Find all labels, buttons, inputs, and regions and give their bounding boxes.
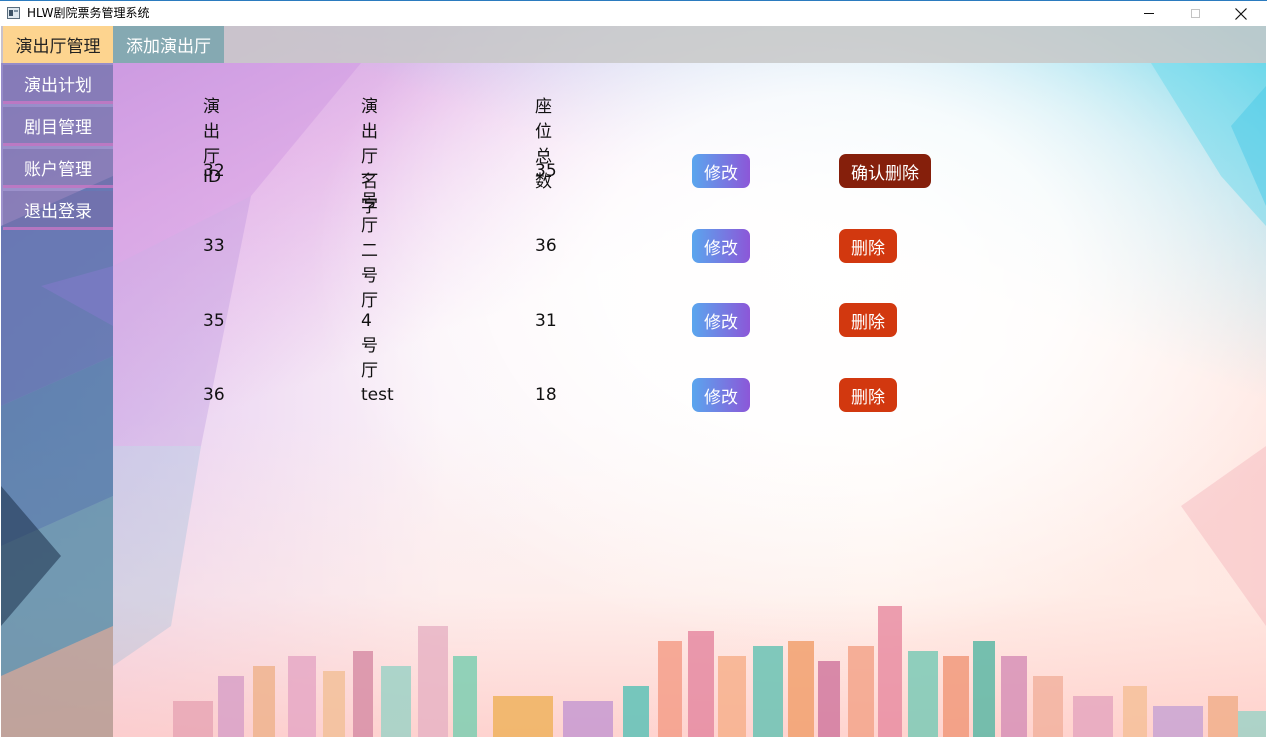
sidebar: 演出计划 剧目管理 账户管理 退出登录 [1,63,113,737]
sidebar-item-accounts[interactable]: 账户管理 [3,149,113,188]
cell-hall-name: 二号厅 [361,241,378,311]
tab-add-hall[interactable]: 添加演出厅 [113,26,224,63]
delete-button[interactable]: 删除 [839,229,897,263]
edit-button[interactable]: 修改 [692,229,750,263]
minimize-button[interactable] [1126,1,1172,26]
tab-bar: 演出厅管理 添加演出厅 [1,26,1266,63]
close-icon [1235,7,1247,20]
cell-hall-id: 33 [203,236,225,256]
close-button[interactable] [1218,1,1264,26]
sidebar-item-label: 账户管理 [24,159,92,180]
tab-label: 演出厅管理 [15,37,101,57]
cell-seat-total: 31 [535,311,557,331]
cell-hall-id: 32 [203,161,225,181]
sidebar-item-label: 退出登录 [24,201,92,222]
cell-seat-total: 36 [535,236,557,256]
cell-hall-name: test [361,385,394,405]
delete-button[interactable]: 删除 [839,378,897,412]
sidebar-item-logout[interactable]: 退出登录 [3,191,113,230]
minimize-icon [1144,13,1154,14]
confirm-delete-button[interactable]: 确认删除 [839,154,931,188]
cell-hall-id: 36 [203,385,225,405]
sidebar-item-label: 演出计划 [24,75,92,96]
cell-hall-name: 4号厅 [361,311,378,381]
tab-hall-management[interactable]: 演出厅管理 [3,26,113,63]
edit-button[interactable]: 修改 [692,378,750,412]
app-window: HLW剧院票务管理系统 演出厅管理 添加演出厅 演出计划 剧目管理 账户管理 退… [0,0,1267,738]
delete-button[interactable]: 删除 [839,303,897,337]
edit-button[interactable]: 修改 [692,303,750,337]
cell-seat-total: 18 [535,385,557,405]
title-bar[interactable]: HLW剧院票务管理系统 [0,0,1267,26]
sidebar-item-schedule[interactable]: 演出计划 [3,65,113,104]
tab-label: 添加演出厅 [126,37,211,57]
maximize-icon [1190,9,1200,18]
window-title: HLW剧院票务管理系统 [27,6,150,20]
maximize-button[interactable] [1172,1,1218,26]
city-skyline-illustration [173,606,1266,737]
edit-button[interactable]: 修改 [692,154,750,188]
cell-seat-total: 35 [535,161,557,181]
client-area: 演出厅管理 添加演出厅 演出计划 剧目管理 账户管理 退出登录 演出厅ID 演出… [1,26,1266,737]
app-icon [7,7,20,19]
cell-hall-id: 35 [203,311,225,331]
cell-hall-name: 一号厅 [361,166,378,236]
sidebar-item-plays[interactable]: 剧目管理 [3,107,113,146]
sidebar-item-label: 剧目管理 [24,117,92,138]
